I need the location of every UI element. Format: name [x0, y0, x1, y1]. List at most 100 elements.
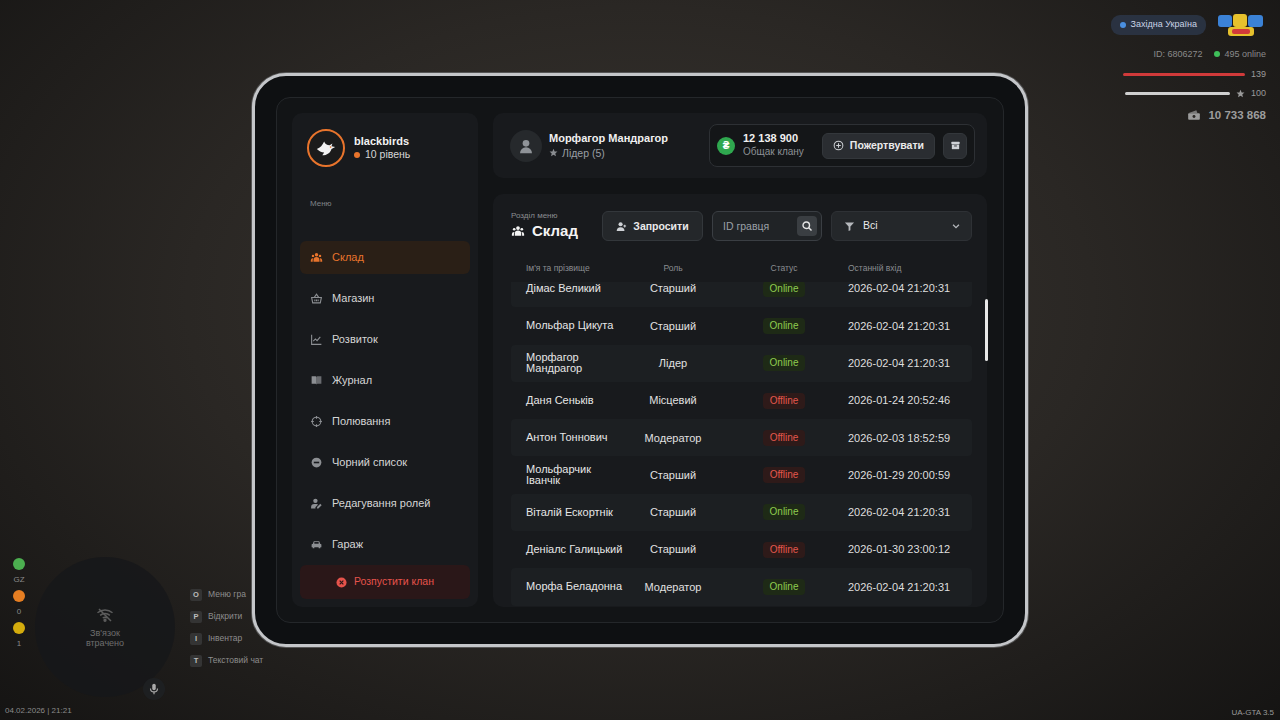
clan-logo-icon: [307, 129, 345, 167]
status-badge: Online: [763, 355, 806, 371]
filter-value: Всі: [863, 218, 878, 234]
role-edit-icon: [310, 497, 323, 510]
clan-level-label: 10 рівень: [365, 148, 410, 162]
member-role: Модератор: [626, 430, 720, 447]
table-row[interactable]: Даня СеньківМісцевийOffline2026-01-24 20…: [511, 382, 972, 419]
blacklist-icon: [310, 456, 323, 469]
server-logo-icon: [1216, 12, 1266, 38]
table-header: Ім'я та прізвищеРольСтатусОстанній вхід: [511, 261, 972, 275]
table-rows: Дімас Великий Старший Online 2026-02-04 21:…: [511, 282, 972, 606]
minimap: Зв'язок втрачено: [35, 557, 175, 697]
table-row[interactable]: Віталій ЕскортнікСтаршийOnline2026-02-04…: [511, 494, 972, 531]
sidebar-item-wrap: Редагування ролей: [300, 483, 470, 524]
status-cell: Online: [720, 318, 848, 334]
player-info: Морфагор МандрагорЛідер (5): [549, 131, 668, 160]
table-row[interactable]: Морфа БеладоннаМодераторOnline2026-02-04…: [511, 568, 972, 605]
sidebar-item-label: Полювання: [332, 413, 390, 430]
funnel-icon: [844, 221, 855, 232]
key-label: Текстовий чат: [208, 654, 263, 667]
sidebar-item-label: Розвиток: [332, 331, 378, 348]
sidebar-item-label: Редагування ролей: [332, 495, 430, 512]
status-badge: Online: [763, 579, 806, 595]
people-icon: [310, 251, 323, 264]
scrollbar-thumb[interactable]: [985, 299, 988, 361]
clan-info: blackbirds10 рівень: [300, 129, 470, 167]
sidebar-item-wrap: Гараж: [300, 524, 470, 557]
member-name: Деніалс Галицький: [526, 544, 626, 556]
bar-track: [1125, 92, 1230, 95]
region-badge: Західна Україна: [1111, 15, 1206, 35]
status-indicators: GZ01: [11, 558, 27, 650]
member-name: Дімас Великий: [526, 283, 626, 295]
sidebar-item-label: Гараж: [332, 536, 363, 553]
status-badge: Offline: [763, 430, 806, 446]
section-title-label: Склад: [532, 221, 578, 241]
sidebar-item-label: Магазин: [332, 290, 374, 307]
hud-top: Західна Україна: [1111, 12, 1266, 38]
sidebar-item[interactable]: Редагування ролей: [300, 487, 470, 520]
last-login: 2026-02-04 21:20:31: [848, 318, 972, 335]
last-login: 2026-02-04 21:20:31: [848, 504, 972, 521]
level-dot: [354, 152, 360, 158]
shop-icon: [310, 292, 323, 305]
sidebar-item[interactable]: Розвиток: [300, 323, 470, 356]
bar-fill: [1125, 92, 1230, 95]
id-row: ID: 6806272495 online: [1153, 48, 1266, 62]
region-dot: [1120, 22, 1126, 28]
members-panel: Розділ менюСкладЗапроситиВсіІм'я та пріз…: [493, 194, 987, 607]
status-badge: Online: [763, 318, 806, 334]
last-login: 2026-01-24 20:52:46: [848, 392, 972, 409]
minimap-message: Зв'язок втрачено: [70, 628, 140, 649]
member-role: Старший: [626, 467, 720, 484]
bar-fill: [1123, 73, 1245, 76]
sidebar-item-label: Склад: [332, 249, 364, 266]
disband-label: Розпустити клан: [354, 574, 434, 590]
sidebar-item-wrap: Склад: [300, 237, 470, 278]
table-row[interactable]: Дімас ВеликийСтаршийOnline2026-02-04 21:…: [511, 282, 972, 307]
invite-button[interactable]: Запросити: [602, 211, 703, 241]
sidebar-item[interactable]: Журнал: [300, 364, 470, 397]
sidebar-item[interactable]: Магазин: [300, 282, 470, 315]
indicator-dot: [13, 590, 25, 602]
table-body: Дімас Великий Старший Online 2026-02-04 21:…: [511, 282, 972, 607]
table-row[interactable]: Деніалс ГалицькийСтаршийOffline2026-01-3…: [511, 531, 972, 568]
sidebar-item[interactable]: Полювання: [300, 405, 470, 438]
sidebar-item[interactable]: Гараж: [300, 528, 470, 557]
column-header: Статус: [720, 262, 848, 275]
clan-tablet: blackbirds10 рівень Меню Склад Магазин Розви…: [252, 73, 1028, 647]
key-hint: IІнвентар: [190, 632, 263, 645]
column-header: Роль: [626, 262, 720, 275]
table-row[interactable]: Мольфар ЦикутаСтаршийOnline2026-02-04 21…: [511, 307, 972, 344]
clan-name: blackbirds: [354, 134, 410, 148]
bank-text: 12 138 900Общак клану: [743, 132, 814, 158]
invite-label: Запросити: [633, 220, 688, 233]
player-id: ID: 6806272: [1153, 48, 1202, 62]
donate-label: Пожертвувати: [850, 139, 924, 152]
menu-label: Меню: [300, 199, 470, 209]
section-title: Склад: [511, 221, 593, 241]
filter-dropdown[interactable]: Всі: [831, 211, 972, 241]
sidebar-item[interactable]: Чорний список: [300, 446, 470, 479]
sidebar-item-wrap: Розвиток: [300, 319, 470, 360]
star-icon: [549, 148, 558, 157]
currency-icon: ₴: [717, 137, 735, 155]
storage-button[interactable]: [943, 133, 967, 159]
table-row[interactable]: Мольфарчик ІванчікСтаршийOffline2026-01-…: [511, 456, 972, 493]
sidebar-item[interactable]: Склад: [300, 241, 470, 274]
key-cap: T: [190, 655, 202, 667]
disband-button[interactable]: Розпустити клан: [300, 565, 470, 599]
player-name: Морфагор Мандрагор: [549, 131, 668, 146]
avatar-icon: [510, 130, 542, 162]
status-cell: Offline: [720, 467, 848, 483]
player-id-input[interactable]: [713, 212, 797, 240]
status-badge: Offline: [763, 467, 806, 483]
status-cell: Online: [720, 282, 848, 297]
sidebar: blackbirds10 рівень Меню Склад Магазин Розви…: [292, 113, 478, 607]
donate-button[interactable]: Пожертвувати: [822, 133, 935, 159]
table-row[interactable]: Морфагор МандрагорЛідерOnline2026-02-04 …: [511, 345, 972, 382]
table-row[interactable]: Антон ТонновичМодераторOffline2026-02-03…: [511, 419, 972, 456]
clan-text: blackbirds10 рівень: [354, 134, 410, 162]
bank-label: Общак клану: [743, 146, 804, 159]
status-cell: Online: [720, 579, 848, 595]
player-rank: Лідер (5): [549, 146, 668, 160]
